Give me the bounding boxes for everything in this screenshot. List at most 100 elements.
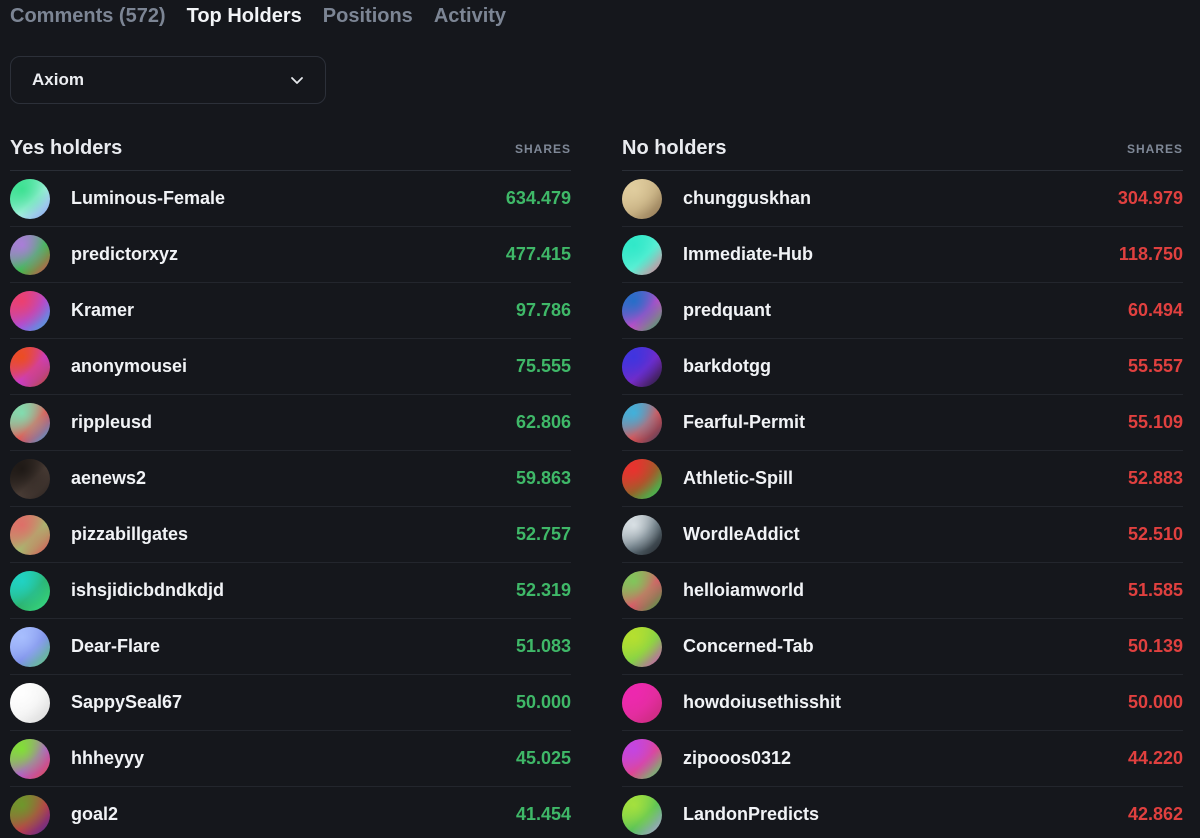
holder-row[interactable]: Dear-Flare 51.083: [10, 619, 571, 675]
avatar[interactable]: [622, 402, 662, 443]
no-shares-label: SHARES: [1126, 141, 1183, 156]
avatar[interactable]: [10, 346, 50, 387]
holder-shares: 477.415: [505, 244, 571, 264]
holder-name[interactable]: zipooos0312: [683, 748, 1128, 769]
avatar[interactable]: [622, 346, 662, 387]
holder-shares: 41.454: [515, 804, 571, 824]
holder-name[interactable]: predquant: [683, 300, 1128, 321]
holder-row[interactable]: Kramer 97.786: [10, 283, 571, 339]
holder-row[interactable]: rippleusd 62.806: [10, 395, 571, 451]
holder-shares: 118.750: [1118, 244, 1183, 264]
holder-name[interactable]: Athletic-Spill: [683, 468, 1128, 489]
holder-row[interactable]: predictorxyz 477.415: [10, 227, 571, 283]
holder-row[interactable]: Concerned-Tab 50.139: [622, 619, 1183, 675]
holder-shares: 55.109: [1127, 412, 1183, 432]
holder-name[interactable]: Kramer: [71, 300, 516, 321]
holder-row[interactable]: hhheyyy 45.025: [10, 731, 571, 787]
holder-name[interactable]: Immediate-Hub: [683, 244, 1119, 265]
tab-comments[interactable]: Comments (572): [10, 5, 166, 28]
holder-shares: 42.862: [1127, 804, 1183, 824]
holder-row[interactable]: SappySeal67 50.000: [10, 675, 571, 731]
avatar[interactable]: [622, 794, 662, 835]
holder-shares: 75.555: [515, 356, 571, 376]
holder-shares: 62.806: [515, 412, 571, 432]
no-holders-column: No holders SHARES chungguskhan 304.979 Imm…: [622, 127, 1183, 838]
holder-shares: 52.510: [1127, 524, 1183, 544]
holder-name[interactable]: barkdotgg: [683, 356, 1128, 377]
holder-row[interactable]: zipooos0312 44.220: [622, 731, 1183, 787]
avatar[interactable]: [10, 794, 50, 835]
avatar[interactable]: [10, 290, 50, 331]
avatar[interactable]: [10, 514, 50, 555]
avatar[interactable]: [622, 738, 662, 779]
holder-name[interactable]: howdoiusethisshit: [683, 692, 1128, 713]
holder-row[interactable]: chungguskhan 304.979: [622, 171, 1183, 227]
holder-shares: 44.220: [1127, 748, 1183, 768]
avatar[interactable]: [622, 458, 662, 499]
holder-name[interactable]: goal2: [71, 804, 516, 825]
no-holders-title: No holders: [622, 137, 727, 159]
holder-name[interactable]: aenews2: [71, 468, 516, 489]
holder-name[interactable]: pizzabillgates: [71, 524, 516, 545]
holder-row[interactable]: Fearful-Permit 55.109: [622, 395, 1183, 451]
holder-name[interactable]: ishsjidicbdndkdjd: [71, 580, 516, 601]
holder-shares: 45.025: [515, 748, 571, 768]
avatar[interactable]: [622, 626, 662, 667]
avatar[interactable]: [10, 458, 50, 499]
no-holders-list: chungguskhan 304.979 Immediate-Hub 118.750 p…: [622, 171, 1183, 838]
holder-row[interactable]: ishsjidicbdndkdjd 52.319: [10, 563, 571, 619]
holder-row[interactable]: anonymousei 75.555: [10, 339, 571, 395]
tab-activity[interactable]: Activity: [434, 5, 506, 28]
holder-row[interactable]: aenews2 59.863: [10, 451, 571, 507]
avatar[interactable]: [10, 402, 50, 443]
holder-name[interactable]: SappySeal67: [71, 692, 516, 713]
tab-positions[interactable]: Positions: [323, 5, 413, 28]
holder-name[interactable]: WordleAddict: [683, 524, 1128, 545]
holder-name[interactable]: predictorxyz: [71, 244, 506, 265]
holder-name[interactable]: LandonPredicts: [683, 804, 1128, 825]
holder-row[interactable]: pizzabillgates 52.757: [10, 507, 571, 563]
holder-shares: 52.319: [515, 580, 571, 600]
holder-row[interactable]: goal2 41.454: [10, 787, 571, 838]
avatar[interactable]: [10, 626, 50, 667]
avatar[interactable]: [10, 234, 50, 275]
holder-name[interactable]: helloiamworld: [683, 580, 1128, 601]
holder-name[interactable]: hhheyyy: [71, 748, 516, 769]
holder-name[interactable]: anonymousei: [71, 356, 516, 377]
holder-shares: 51.585: [1127, 580, 1183, 600]
avatar[interactable]: [622, 514, 662, 555]
outcome-select[interactable]: Axiom: [10, 56, 326, 104]
holder-row[interactable]: WordleAddict 52.510: [622, 507, 1183, 563]
avatar[interactable]: [622, 682, 662, 723]
avatar[interactable]: [622, 290, 662, 331]
holder-name[interactable]: Fearful-Permit: [683, 412, 1128, 433]
avatar[interactable]: [10, 738, 50, 779]
avatar[interactable]: [10, 570, 50, 611]
holder-name[interactable]: rippleusd: [71, 412, 516, 433]
holder-name[interactable]: chungguskhan: [683, 188, 1118, 209]
top-holders-page: Comments (572) Top Holders Positions Act…: [0, 0, 1200, 838]
avatar[interactable]: [10, 682, 50, 723]
holder-row[interactable]: Athletic-Spill 52.883: [622, 451, 1183, 507]
holder-row[interactable]: howdoiusethisshit 50.000: [622, 675, 1183, 731]
holder-row[interactable]: Luminous-Female 634.479: [10, 171, 571, 227]
holder-row[interactable]: helloiamworld 51.585: [622, 563, 1183, 619]
holder-name[interactable]: Dear-Flare: [71, 636, 516, 657]
avatar[interactable]: [622, 570, 662, 611]
yes-holders-title: Yes holders: [10, 137, 123, 159]
holder-shares: 51.083: [515, 636, 571, 656]
avatar[interactable]: [10, 178, 50, 219]
holder-name[interactable]: Concerned-Tab: [683, 636, 1128, 657]
avatar[interactable]: [622, 234, 662, 275]
holder-row[interactable]: barkdotgg 55.557: [622, 339, 1183, 395]
holder-row[interactable]: Immediate-Hub 118.750: [622, 227, 1183, 283]
holder-name[interactable]: Luminous-Female: [71, 188, 506, 209]
holder-shares: 97.786: [515, 300, 571, 320]
avatar[interactable]: [622, 178, 662, 219]
holder-shares: 50.139: [1127, 636, 1183, 656]
holder-shares: 55.557: [1127, 356, 1183, 376]
tab-top-holders[interactable]: Top Holders: [187, 5, 302, 28]
holder-shares: 634.479: [505, 188, 571, 208]
holder-row[interactable]: LandonPredicts 42.862: [622, 787, 1183, 838]
holder-row[interactable]: predquant 60.494: [622, 283, 1183, 339]
